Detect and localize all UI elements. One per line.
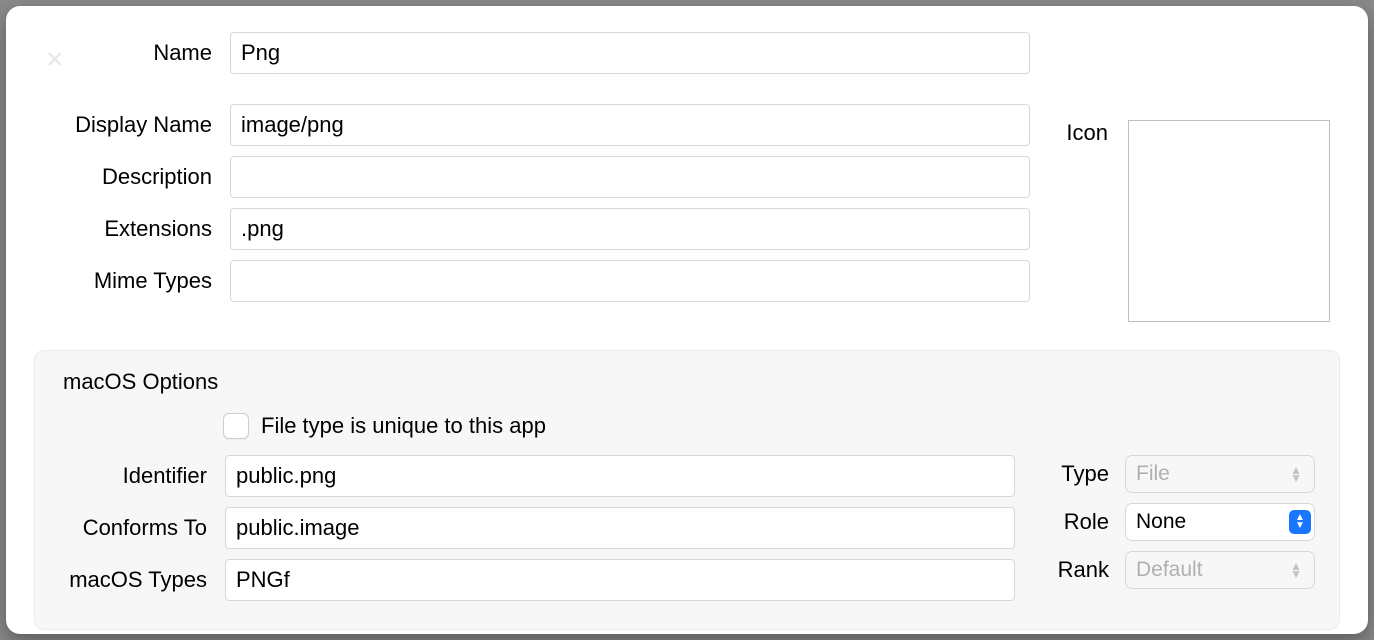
label-role: Role [1045,509,1125,535]
macos-options-title: macOS Options [63,369,1315,395]
label-icon: Icon [1066,120,1108,146]
unique-checkbox[interactable] [223,413,249,439]
icon-well[interactable] [1128,120,1330,322]
macos-types-input[interactable] [225,559,1015,601]
type-select[interactable]: File ▲▼ [1125,455,1315,493]
row-unique-checkbox: File type is unique to this app [59,413,1315,439]
role-select-value: None [1136,510,1186,534]
row-identifier: Identifier [59,455,1015,497]
label-type: Type [1045,461,1125,487]
label-macos-types: macOS Types [59,567,225,593]
close-icon[interactable]: × [46,46,74,74]
row-type: Type File ▲▼ [1045,455,1315,493]
row-name: Name [34,32,1030,74]
unique-checkbox-label: File type is unique to this app [261,413,546,439]
chevron-up-down-icon: ▲▼ [1290,466,1304,482]
options-right: Type File ▲▼ Role None ▲▼ [1015,455,1315,599]
extensions-input[interactable] [230,208,1030,250]
chevron-up-down-icon: ▲▼ [1290,562,1304,578]
conforms-to-input[interactable] [225,507,1015,549]
rank-select[interactable]: Default ▲▼ [1125,551,1315,589]
label-extensions: Extensions [34,216,230,242]
row-macos-types: macOS Types [59,559,1015,601]
row-description: Description [34,156,1030,198]
label-identifier: Identifier [59,463,225,489]
label-conforms-to: Conforms To [59,515,225,541]
role-select[interactable]: None ▲▼ [1125,503,1315,541]
icon-column: Icon [1030,32,1340,322]
description-input[interactable] [230,156,1030,198]
options-left: Identifier Conforms To macOS Types [59,455,1015,611]
name-input[interactable] [230,32,1030,74]
identifier-input[interactable] [225,455,1015,497]
row-conforms-to: Conforms To [59,507,1015,549]
row-mime-types: Mime Types [34,260,1030,302]
options-body: Identifier Conforms To macOS Types Type … [59,455,1315,611]
label-description: Description [34,164,230,190]
chevron-up-down-icon: ▲▼ [1289,510,1311,534]
display-name-input[interactable] [230,104,1030,146]
label-mime-types: Mime Types [34,268,230,294]
macos-options-group: macOS Options File type is unique to thi… [34,350,1340,630]
type-select-value: File [1136,462,1170,486]
label-rank: Rank [1045,557,1125,583]
row-rank: Rank Default ▲▼ [1045,551,1315,589]
file-type-panel: × Name Display Name Description Extensio… [6,6,1368,634]
label-display-name: Display Name [34,112,230,138]
row-role: Role None ▲▼ [1045,503,1315,541]
row-display-name: Display Name [34,104,1030,146]
mime-types-input[interactable] [230,260,1030,302]
rank-select-value: Default [1136,558,1203,582]
fields-column: Name Display Name Description Extensions… [34,32,1030,312]
top-form: Name Display Name Description Extensions… [34,32,1340,322]
row-extensions: Extensions [34,208,1030,250]
